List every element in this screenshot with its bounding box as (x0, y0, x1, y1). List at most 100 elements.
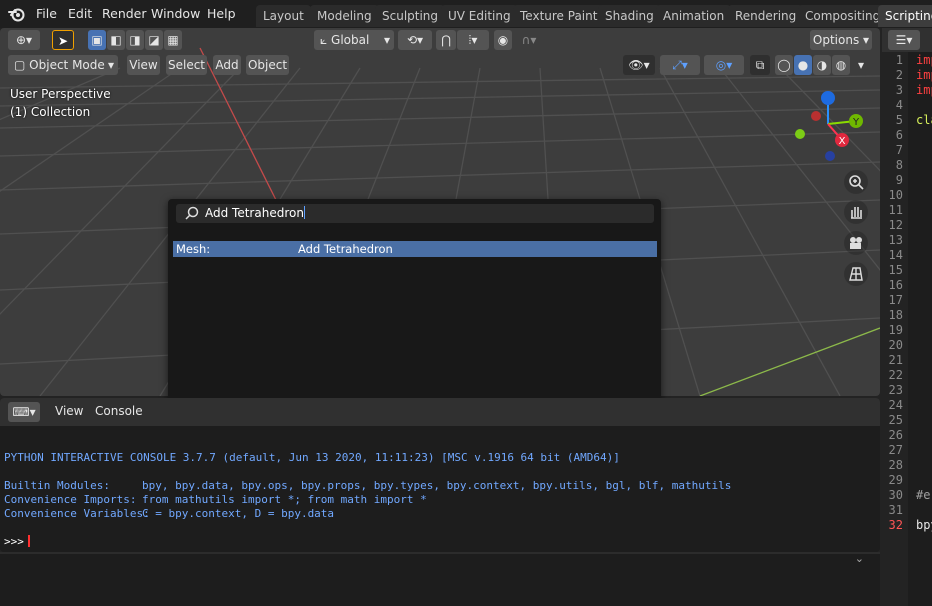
tab-texture-paint[interactable]: Texture Paint (513, 5, 605, 27)
rendered-icon: ◍ (835, 58, 847, 72)
viewport-menu-add[interactable]: Add (213, 55, 241, 75)
line-number: 12 (888, 218, 903, 232)
eye-icon: 👁▾ (628, 58, 650, 72)
neg-x-axis-handle[interactable] (811, 111, 821, 121)
camera-view-button[interactable] (844, 231, 868, 255)
grid-icon (849, 267, 863, 281)
proportional-falloff-dropdown[interactable]: ∩▾ (514, 30, 544, 50)
viewport-menu-object[interactable]: Object (246, 55, 289, 75)
cursor-arrow-icon: ➤ (57, 34, 69, 48)
tab-shading[interactable]: Shading (598, 5, 661, 27)
tab-modeling[interactable]: Modeling (310, 5, 379, 27)
select-new-icon: ▣ (91, 33, 103, 47)
console-builtin-label: Builtin Modules: (4, 479, 110, 492)
orientation-icon: ⟀ (320, 33, 328, 47)
chevron-down-icon: ▾ (107, 58, 114, 72)
tab-sculpting[interactable]: Sculpting (375, 5, 446, 27)
select-tool-button[interactable]: ➤ (52, 30, 74, 50)
options-dropdown[interactable]: Options ▾ (810, 30, 872, 50)
select-subtract-icon: ◨ (129, 33, 141, 47)
axis-gizmo[interactable]: Y X (790, 86, 870, 166)
chevron-down-icon[interactable]: ⌄ (855, 552, 864, 565)
gizmo-toggle[interactable]: ⤢▾ (660, 55, 700, 75)
select-extend-mode-button[interactable]: ◧ (107, 30, 125, 50)
text-editor-type-button[interactable]: ☰▾ (888, 30, 920, 50)
z-axis-handle[interactable] (821, 91, 835, 105)
shading-material-button[interactable]: ◑ (813, 55, 831, 75)
chevron-down-icon: ▾ (857, 58, 865, 72)
shading-wireframe-button[interactable]: ◯ (775, 55, 793, 75)
ortho-toggle-button[interactable] (844, 262, 868, 286)
text-editor[interactable]: ☰▾ 1 2 3 4 5 6 7 8 9 10 11 12 13 14 15 16 17 18 19 20 21 22 23… (882, 28, 932, 606)
search-icon (185, 206, 199, 220)
console-icon: ⌨▾ (12, 405, 36, 419)
menu-window[interactable]: Window (151, 6, 200, 21)
view-perspective-label: User Perspective (10, 87, 111, 101)
menu-help[interactable]: Help (207, 6, 236, 21)
select-invert-mode-button[interactable]: ◪ (145, 30, 163, 50)
search-result-row[interactable]: Mesh: Add Tetrahedron (173, 241, 657, 257)
code-line-32: bpy (916, 518, 932, 532)
editor-type-icon: ⊕▾ (15, 33, 33, 47)
zoom-button[interactable] (844, 170, 868, 194)
shading-options-dropdown[interactable]: ▾ (852, 55, 870, 75)
code-line-5: cla (916, 113, 932, 127)
transform-orientation-value: Global (331, 33, 370, 47)
shading-rendered-button[interactable]: ◍ (832, 55, 850, 75)
select-intersect-icon: ▦ (167, 33, 179, 47)
console-menu-view[interactable]: View (55, 404, 83, 418)
neg-z-axis-handle[interactable] (825, 151, 835, 161)
tab-uv-editing[interactable]: UV Editing (441, 5, 518, 27)
tab-animation[interactable]: Animation (656, 5, 732, 27)
chevron-down-icon: ▾ (863, 33, 870, 47)
active-collection-label: (1) Collection (10, 105, 91, 119)
menu-render[interactable]: Render (102, 6, 147, 21)
code-line-2: imp (916, 68, 932, 82)
pivot-point-dropdown[interactable]: ⟲▾ (398, 30, 432, 50)
line-number: 28 (888, 458, 903, 472)
falloff-curve-icon: ∩▾ (521, 33, 537, 47)
snap-toggle[interactable]: ⋂ (436, 30, 456, 50)
python-console[interactable]: ⌨▾ View Console PYTHON INTERACTIVE CONSO… (0, 398, 880, 552)
xray-toggle[interactable]: ⧉ (750, 55, 770, 75)
visibility-dropdown[interactable]: 👁▾ (623, 55, 655, 75)
viewport-menu-view[interactable]: View (127, 55, 160, 75)
search-query-text: Add Tetrahedron (205, 206, 304, 220)
code-line-3: imp (916, 83, 932, 97)
menu-edit[interactable]: Edit (68, 6, 92, 21)
line-number: 27 (888, 443, 903, 457)
pan-button[interactable] (844, 200, 868, 224)
object-mode-value: Object Mode (29, 58, 105, 72)
line-number: 6 (895, 128, 903, 142)
tab-rendering[interactable]: Rendering (728, 5, 804, 27)
snap-target-dropdown[interactable]: ⦙▾ (457, 30, 489, 50)
line-number: 4 (895, 98, 903, 112)
neg-y-axis-handle[interactable] (795, 129, 805, 139)
blender-logo-icon[interactable] (8, 5, 26, 23)
shading-solid-button[interactable]: ● (794, 55, 812, 75)
viewport-menu-select[interactable]: Select (166, 55, 207, 75)
select-intersect-mode-button[interactable]: ▦ (164, 30, 182, 50)
line-number: 21 (888, 353, 903, 367)
result-label: Add Tetrahedron (298, 242, 393, 256)
select-new-mode-button[interactable]: ▣ (88, 30, 106, 50)
line-number: 20 (888, 338, 903, 352)
tab-scripting[interactable]: Scripting (878, 5, 932, 27)
line-number: 32 (888, 518, 903, 532)
console-menu-console[interactable]: Console (95, 404, 143, 418)
transform-orientation-dropdown[interactable]: ⟀ Global ▾ (314, 30, 394, 50)
console-version-line: PYTHON INTERACTIVE CONSOLE 3.7.7 (defaul… (4, 451, 620, 464)
snap-increment-icon: ⦙▾ (468, 33, 478, 47)
proportional-edit-toggle[interactable]: ◉ (494, 30, 512, 50)
object-mode-dropdown[interactable]: ▢ Object Mode ▾ (8, 55, 118, 75)
select-subtract-mode-button[interactable]: ◨ (126, 30, 144, 50)
overlays-toggle[interactable]: ◎▾ (704, 55, 744, 75)
tab-compositing[interactable]: Compositing (798, 5, 888, 27)
console-editor-type-button[interactable]: ⌨▾ (8, 402, 40, 422)
search-input[interactable]: Add Tetrahedron (176, 204, 654, 223)
menu-file[interactable]: File (36, 6, 57, 21)
line-number: 3 (895, 83, 903, 97)
line-number: 5 (895, 113, 903, 127)
editor-type-button[interactable]: ⊕▾ (8, 30, 40, 50)
tab-layout[interactable]: Layout (256, 5, 311, 27)
